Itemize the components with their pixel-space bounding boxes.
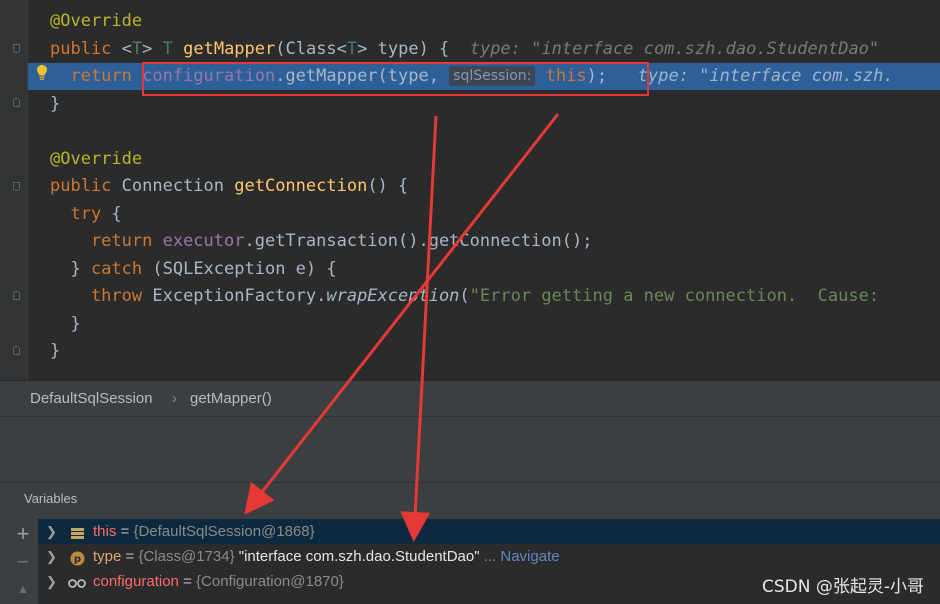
variable-text: type = {Class@1734} "interface com.szh.d… — [93, 544, 560, 569]
move-up-icon[interactable]: ▲ — [8, 577, 38, 602]
code-line[interactable]: @Override — [0, 8, 940, 35]
variable-value: {DefaultSqlSession@1868} — [133, 523, 315, 540]
code-editor[interactable]: @Override public <T> T getMapper(Class<T>… — [0, 0, 940, 380]
code-text: throw ExceptionFactory.wrapException("Er… — [50, 283, 889, 310]
code-token: catch — [90, 258, 153, 279]
code-token: } — [50, 341, 61, 361]
code-token: @Override — [50, 11, 143, 31]
code-token: (SQLException e) { — [152, 258, 337, 279]
chevron-right-icon[interactable]: ❯ — [46, 569, 57, 594]
code-text: try { — [50, 201, 122, 228]
variables-title: Variables — [24, 491, 78, 506]
code-text: public Connection getConnection() { — [50, 173, 408, 200]
code-token: getConnection — [234, 176, 368, 196]
code-token: } — [50, 258, 91, 279]
code-token: > — [142, 38, 163, 59]
code-token: return — [50, 66, 143, 86]
code-token: } — [50, 93, 61, 114]
parameter-icon: p — [70, 549, 85, 566]
variable-equals: = — [178, 573, 197, 590]
variable-equals: = — [116, 523, 134, 540]
code-token: T — [162, 38, 184, 59]
variables-toolbar: + − ▲ — [8, 519, 39, 604]
code-line[interactable]: throw ExceptionFactory.wrapException("Er… — [0, 283, 940, 310]
watermark: CSDN @张起灵-小哥 — [761, 577, 924, 597]
code-line[interactable]: @Override — [0, 146, 940, 173]
code-token: .getTransaction().getConnection(); — [244, 231, 593, 251]
code-line[interactable]: public <T> T getMapper(Class<T> type) { … — [0, 36, 940, 63]
watch-icon — [68, 574, 87, 589]
code-line[interactable]: return executor.getTransaction().getConn… — [0, 228, 940, 255]
add-watch-button[interactable]: + — [8, 521, 38, 546]
code-text: @Override — [50, 146, 142, 173]
variable-name: type — [93, 548, 122, 565]
code-token: public — [50, 176, 122, 196]
code-token: try — [50, 203, 112, 224]
code-line[interactable]: try { — [0, 201, 940, 228]
lightbulb-icon[interactable] — [36, 64, 48, 82]
code-token: @Override — [50, 148, 143, 169]
code-text: public <T> T getMapper(Class<T> type) { … — [50, 36, 879, 63]
breadcrumb: DefaultSqlSession › getMapper() — [0, 380, 940, 417]
code-line[interactable]: } catch (SQLException e) { — [0, 256, 940, 283]
variable-name: this — [93, 523, 117, 540]
code-token: { — [111, 203, 122, 224]
code-token: executor — [162, 231, 245, 251]
code-text: return executor.getTransaction().getConn… — [50, 228, 593, 255]
variable-name: configuration — [93, 573, 179, 590]
code-line[interactable] — [0, 118, 940, 145]
navigate-link[interactable]: ... Navigate — [480, 548, 560, 565]
variable-row-type[interactable]: ❯ p type = {Class@1734} "interface com.szh… — [38, 544, 940, 569]
code-line[interactable]: } — [0, 338, 940, 365]
breadcrumb-class[interactable]: DefaultSqlSession — [30, 381, 153, 417]
svg-text:p: p — [74, 554, 81, 565]
code-token: return — [50, 231, 163, 251]
variable-row-this[interactable]: ❯ this = {DefaultSqlSession@1868} — [38, 519, 940, 544]
inline-value-hint: type: "interface com.szh. — [627, 66, 894, 86]
code-token: T — [346, 38, 358, 59]
field-icon — [70, 524, 85, 539]
code-token: T — [131, 38, 143, 59]
code-line[interactable]: } — [0, 311, 940, 338]
code-token: > type) { — [357, 38, 470, 59]
code-token: throw — [50, 286, 153, 306]
variable-value: {Configuration@1870} — [196, 573, 344, 590]
variable-equals: = — [121, 548, 139, 565]
code-text: @Override — [50, 8, 142, 35]
code-line[interactable]: public Connection getConnection() { — [0, 173, 940, 200]
code-text: } — [50, 311, 81, 338]
code-token: < — [121, 38, 132, 59]
code-text: } — [50, 338, 60, 365]
code-token: ExceptionFactory. — [152, 286, 327, 306]
breadcrumb-separator-icon: › — [172, 390, 177, 407]
code-text: } — [50, 91, 60, 118]
remove-watch-button[interactable]: − — [8, 549, 38, 574]
code-token: "Error getting a new connection. Cause: — [469, 286, 890, 306]
code-token: public — [50, 38, 122, 59]
code-token: } — [50, 313, 81, 334]
code-token: Connection — [121, 176, 235, 196]
annotation-highlight-box — [142, 62, 649, 96]
code-token: getMapper — [183, 38, 276, 59]
variable-text: this = {DefaultSqlSession@1868} — [93, 519, 315, 544]
debug-toolbar-area — [0, 416, 940, 483]
breadcrumb-method[interactable]: getMapper() — [190, 381, 272, 417]
code-text: } catch (SQLException e) { — [50, 256, 337, 283]
code-token: ( — [459, 286, 470, 306]
chevron-right-icon[interactable]: ❯ — [46, 519, 57, 544]
chevron-right-icon[interactable]: ❯ — [46, 544, 57, 569]
variable-value: {Class@1734} — [138, 548, 235, 565]
code-token: (Class< — [275, 38, 347, 59]
inline-value-hint: type: "interface com.szh.dao.StudentDao" — [469, 38, 880, 59]
code-token: wrapException — [326, 286, 460, 306]
variable-string-value: "interface com.szh.dao.StudentDao" — [234, 548, 480, 565]
code-token: () { — [367, 176, 409, 196]
variable-text: configuration = {Configuration@1870} — [93, 569, 344, 594]
